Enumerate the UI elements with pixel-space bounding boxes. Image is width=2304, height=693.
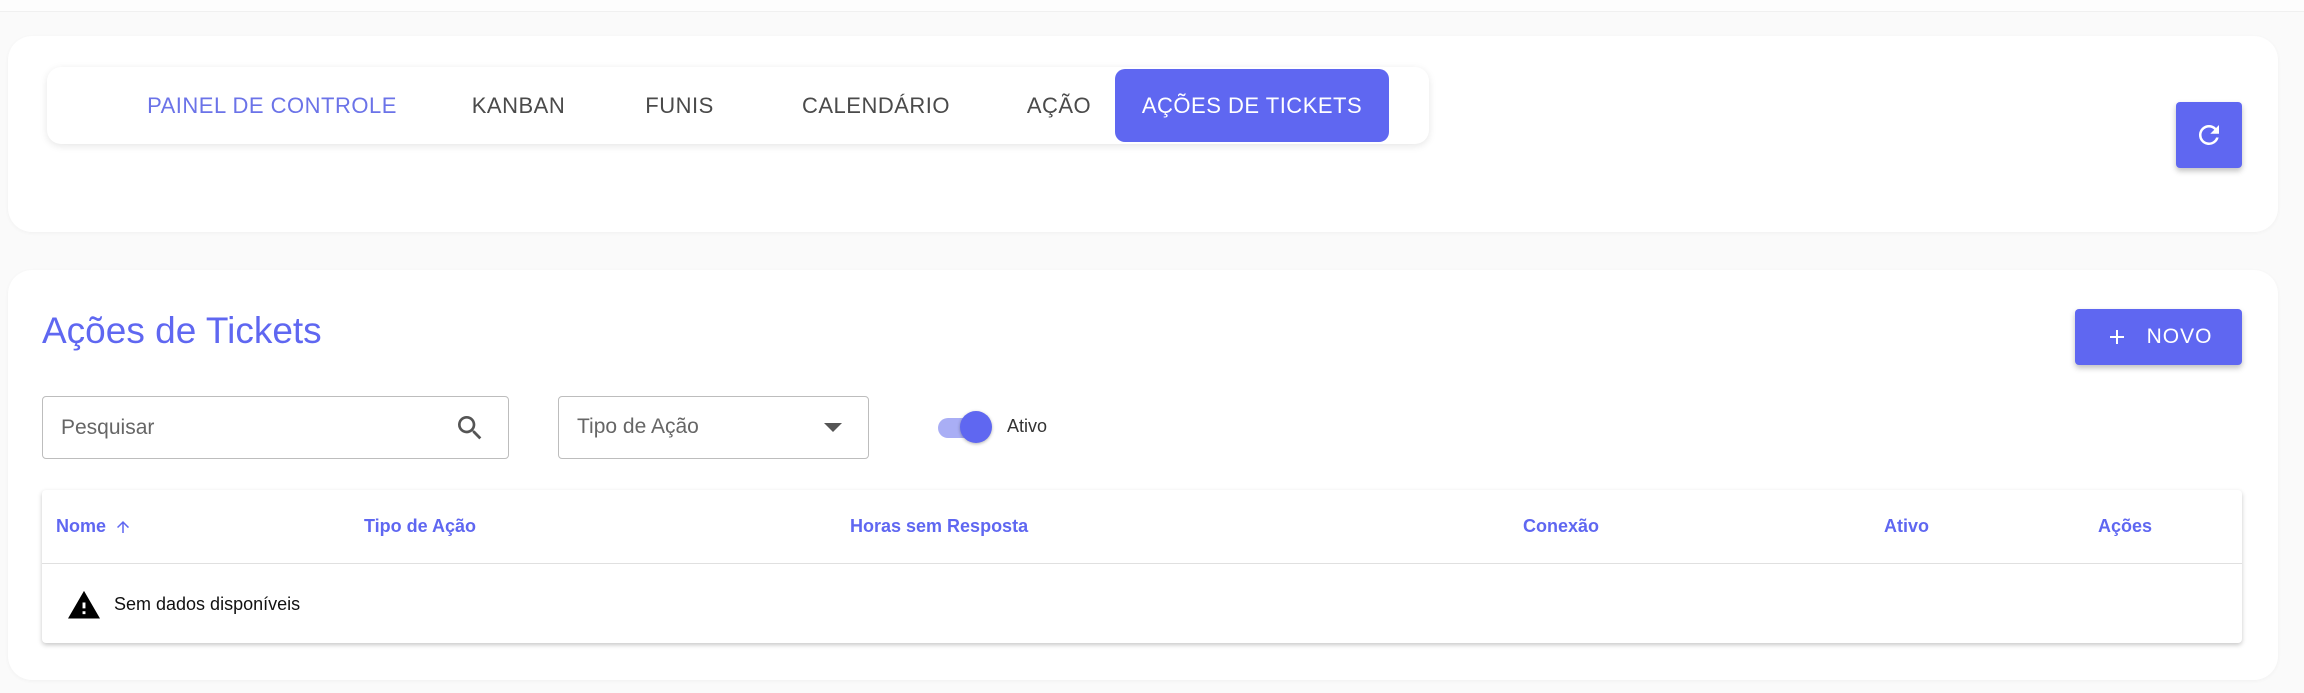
top-strip bbox=[0, 0, 2304, 12]
refresh-icon bbox=[2198, 124, 2219, 145]
column-header-conexao[interactable]: Conexão bbox=[1523, 516, 1599, 537]
column-header-horas-sem-resposta[interactable]: Horas sem Resposta bbox=[850, 516, 1028, 537]
search-field[interactable] bbox=[42, 396, 509, 459]
tab-painel-de-controle[interactable]: PAINEL DE CONTROLE bbox=[135, 67, 409, 144]
column-header-label: Ativo bbox=[1884, 516, 1929, 536]
column-header-label: Horas sem Resposta bbox=[850, 516, 1029, 536]
action-type-select[interactable]: Tipo de Ação bbox=[558, 396, 869, 459]
empty-message: Sem dados disponíveis bbox=[114, 593, 301, 614]
column-header-label: Ações bbox=[2098, 516, 2153, 536]
tickets-table: Nome Tipo de Ação Horas sem Resposta Con… bbox=[42, 490, 2242, 643]
chevron-down-icon bbox=[824, 423, 842, 432]
active-toggle-label: Ativo bbox=[1007, 416, 1048, 436]
new-button[interactable]: NOVO bbox=[2075, 309, 2242, 365]
search-icon[interactable] bbox=[454, 412, 486, 449]
active-toggle[interactable] bbox=[938, 410, 992, 444]
warning-icon bbox=[68, 590, 100, 619]
table-header: Nome Tipo de Ação Horas sem Resposta Con… bbox=[42, 490, 2242, 564]
column-header-nome[interactable]: Nome bbox=[56, 516, 132, 537]
tab-acoes-de-tickets[interactable]: AÇÕES DE TICKETS bbox=[1115, 69, 1389, 142]
column-header-label: Tipo de Ação bbox=[364, 516, 477, 536]
plus-icon bbox=[2109, 330, 2124, 344]
tab-funis[interactable]: FUNIS bbox=[622, 67, 737, 144]
column-header-label: Nome bbox=[56, 516, 107, 536]
column-header-tipo-de-acao[interactable]: Tipo de Ação bbox=[364, 516, 476, 537]
tab-kanban[interactable]: KANBAN bbox=[447, 67, 590, 144]
table-empty-row: Sem dados disponíveis bbox=[42, 565, 2242, 643]
search-input[interactable] bbox=[61, 397, 441, 458]
action-type-label: Tipo de Ação bbox=[577, 415, 699, 438]
sort-arrow-up-icon bbox=[117, 520, 130, 533]
new-button-label: NOVO bbox=[2146, 325, 2213, 348]
page-title: Ações de Tickets bbox=[42, 310, 322, 351]
tab-calendario[interactable]: CALENDÁRIO bbox=[767, 67, 985, 144]
column-header-label: Conexão bbox=[1523, 516, 1600, 536]
tab-acao[interactable]: AÇÃO bbox=[997, 67, 1121, 144]
column-header-ativo[interactable]: Ativo bbox=[1884, 516, 1929, 537]
toggle-thumb bbox=[960, 411, 992, 443]
column-header-acoes[interactable]: Ações bbox=[2098, 516, 2152, 537]
refresh-button[interactable] bbox=[2176, 102, 2242, 168]
tab-bar: PAINEL DE CONTROLE KANBAN FUNIS CALENDÁR… bbox=[47, 67, 1429, 144]
